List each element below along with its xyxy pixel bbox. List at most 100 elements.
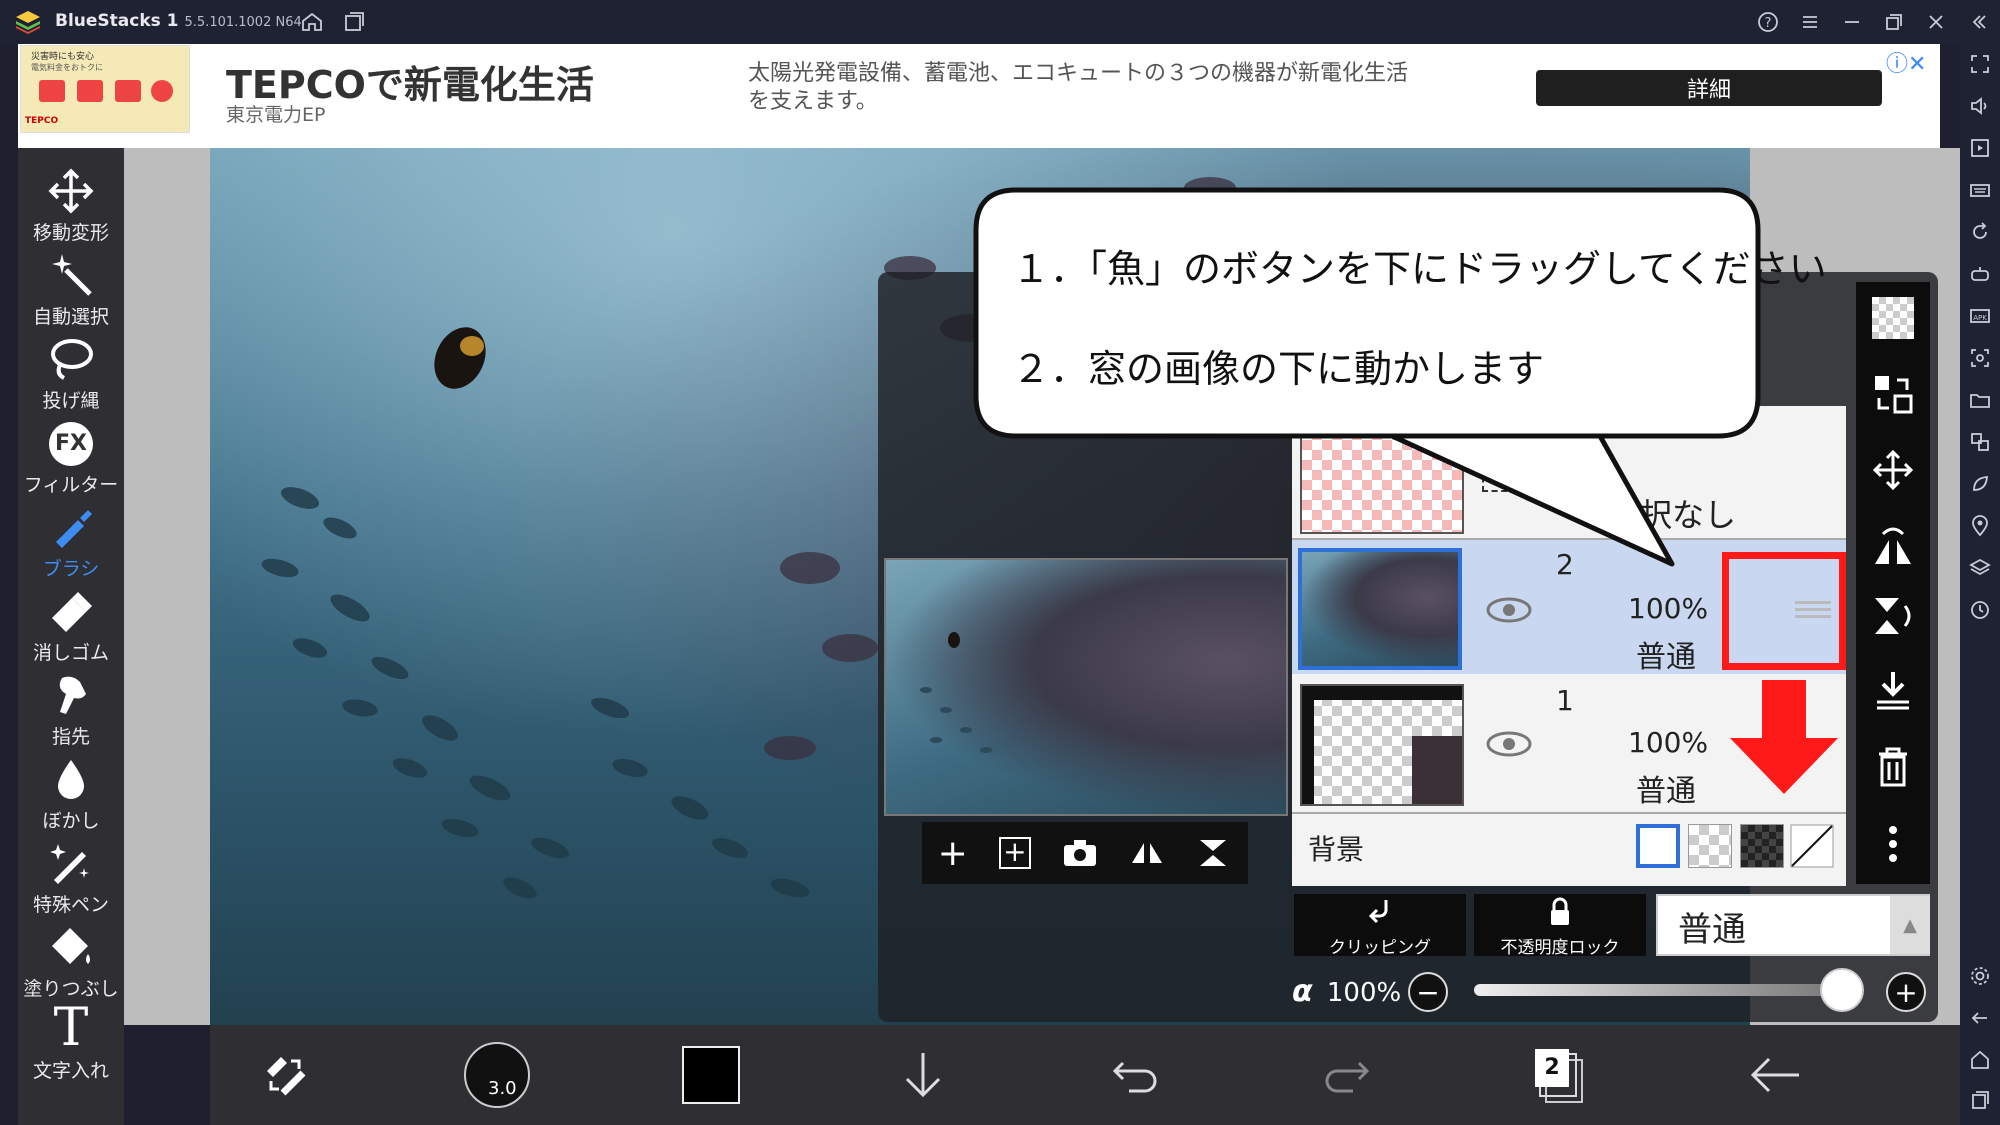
app-version: 5.5.101.1002 N64	[184, 15, 302, 30]
multi-window-icon[interactable]	[1968, 430, 1992, 454]
layer-swap-icon[interactable]	[1856, 362, 1930, 426]
tool-label: 文字入れ	[32, 1060, 109, 1082]
blend-mode-dropdown-icon[interactable]: ▲	[1890, 896, 1930, 954]
tool-text[interactable]: T 文字入れ	[18, 1002, 124, 1090]
layer-thumbnail-1[interactable]	[1300, 684, 1464, 806]
delete-layer-icon[interactable]	[1856, 734, 1930, 798]
layer-blend-mode-2: 普通	[1636, 640, 1696, 675]
tool-brush[interactable]: ブラシ	[18, 502, 124, 588]
ad-details-button[interactable]: 詳細	[1536, 70, 1882, 106]
close-icon[interactable]	[1924, 10, 1948, 34]
layer-opacity-1: 100%	[1628, 726, 1709, 759]
recent-apps-icon[interactable]	[1968, 1088, 1992, 1112]
tool-blur[interactable]: ぼかし	[18, 754, 124, 840]
camera-icon[interactable]	[1062, 838, 1098, 868]
flip-vertical-icon[interactable]	[1196, 837, 1232, 869]
undo-icon[interactable]	[1100, 1040, 1170, 1110]
layers-button[interactable]: 2	[1524, 1040, 1594, 1110]
ad-choices-close-icon[interactable]: ⓘ✕	[1886, 46, 1926, 78]
color-swatch-button[interactable]	[676, 1040, 746, 1110]
tool-lasso[interactable]: 投げ縄	[18, 334, 124, 420]
help-icon[interactable]: ?	[1756, 10, 1780, 34]
restore-icon[interactable]	[1882, 10, 1906, 34]
sync-icon[interactable]	[1968, 598, 1992, 622]
background-dark-option[interactable]	[1740, 824, 1784, 868]
fullscreen-icon[interactable]	[1968, 52, 1992, 76]
lock-icon	[1551, 897, 1569, 925]
gamepad-icon[interactable]	[1968, 262, 1992, 286]
more-options-icon[interactable]	[1856, 812, 1930, 876]
screenshot-icon[interactable]	[1968, 346, 1992, 370]
redo-icon[interactable]	[1312, 1040, 1382, 1110]
minimize-icon[interactable]	[1840, 10, 1864, 34]
brush-size-circle: 3.0	[464, 1042, 530, 1108]
location-icon[interactable]	[1968, 514, 1992, 538]
alpha-slider-track[interactable]	[1474, 984, 1844, 996]
tool-label: フィルター	[23, 474, 119, 496]
menu-icon[interactable]	[1798, 10, 1822, 34]
flip-layer-vertical-icon[interactable]	[1856, 584, 1930, 648]
flip-layer-horizontal-icon[interactable]	[1856, 514, 1930, 578]
settings-icon[interactable]	[1968, 964, 1992, 988]
ad-image[interactable]: 災害時にも安心 電気料金をおトクに TEPCO	[20, 45, 190, 133]
alpha-symbol: α	[1292, 974, 1313, 1009]
opacity-lock-button[interactable]: 不透明度ロック	[1474, 894, 1646, 958]
add-layer-box-icon[interactable]: +	[998, 837, 1031, 869]
layers-stack-icon[interactable]	[1968, 556, 1992, 580]
down-arrow-indicator-icon	[1730, 680, 1838, 794]
bluestacks-logo-icon	[16, 11, 40, 34]
tool-eraser[interactable]: 消しゴム	[18, 586, 124, 672]
svg-text:APK: APK	[1973, 314, 1987, 322]
clipping-icon	[1368, 900, 1388, 924]
collapse-sidebar-icon[interactable]	[1966, 10, 1990, 34]
alpha-decrease-button[interactable]: −	[1408, 972, 1448, 1012]
media-player-icon[interactable]	[1968, 136, 1992, 160]
home-icon[interactable]	[300, 10, 324, 34]
instruction-line-2: ２．窓の画像の下に動かします	[1012, 347, 1545, 391]
tool-label: 塗りつぶし	[23, 978, 119, 1000]
android-home-icon[interactable]	[1968, 1048, 1992, 1072]
flip-horizontal-icon[interactable]	[1129, 837, 1165, 869]
transparency-checker-icon[interactable]	[1856, 286, 1930, 350]
alpha-label: α 100%	[1292, 974, 1401, 1009]
eco-mode-icon[interactable]	[1968, 472, 1992, 496]
tool-finger[interactable]: 指先	[18, 670, 124, 756]
back-icon[interactable]	[1968, 1006, 1992, 1030]
brush-size-value: 3.0	[488, 1078, 517, 1099]
fx-icon: FX	[18, 418, 124, 466]
alpha-slider-knob[interactable]	[1820, 968, 1864, 1012]
add-layer-icon[interactable]: +	[938, 833, 968, 874]
rotate-icon[interactable]	[1968, 220, 1992, 244]
background-white-option[interactable]	[1636, 824, 1680, 868]
preview-toolbar: + +	[922, 822, 1248, 884]
tool-fx[interactable]: FX フィルター	[18, 418, 124, 504]
brush-size-button[interactable]: 3.0	[462, 1040, 532, 1110]
alpha-increase-button[interactable]: +	[1886, 972, 1926, 1012]
download-arrow-icon[interactable]	[888, 1040, 958, 1110]
folder-icon[interactable]	[1968, 388, 1992, 412]
visibility-eye-icon[interactable]	[1486, 596, 1532, 624]
volume-icon[interactable]	[1968, 94, 1992, 118]
tool-magic-wand[interactable]: 自動選択	[18, 250, 124, 336]
background-none-option[interactable]	[1790, 824, 1834, 868]
opacity-lock-label: 不透明度ロック	[1500, 938, 1620, 958]
tool-fill[interactable]: 塗りつぶし	[18, 922, 124, 1008]
bluestacks-sidebar	[1960, 44, 2000, 1125]
blend-mode-value: 普通	[1678, 910, 1746, 950]
layer-divider	[1292, 812, 1846, 814]
visibility-eye-icon[interactable]	[1486, 730, 1532, 758]
tool-label: 自動選択	[32, 306, 109, 328]
multi-instance-icon[interactable]	[342, 10, 366, 34]
canvas-preview-thumbnail[interactable]	[884, 558, 1288, 816]
keyboard-icon[interactable]	[1968, 178, 1992, 202]
eraser-brush-toggle-icon[interactable]	[250, 1040, 320, 1110]
background-transparent-option[interactable]	[1688, 824, 1732, 868]
brush-icon	[18, 502, 124, 550]
merge-down-icon[interactable]	[1856, 658, 1930, 722]
back-arrow-icon[interactable]	[1740, 1040, 1810, 1110]
clipping-button[interactable]: クリッピング	[1294, 894, 1466, 958]
tool-special-pen[interactable]: 特殊ペン	[18, 838, 124, 924]
move-layer-icon[interactable]	[1856, 438, 1930, 502]
tool-move[interactable]: 移動変形	[18, 166, 124, 252]
apk-install-icon[interactable]: APK	[1968, 304, 1992, 328]
